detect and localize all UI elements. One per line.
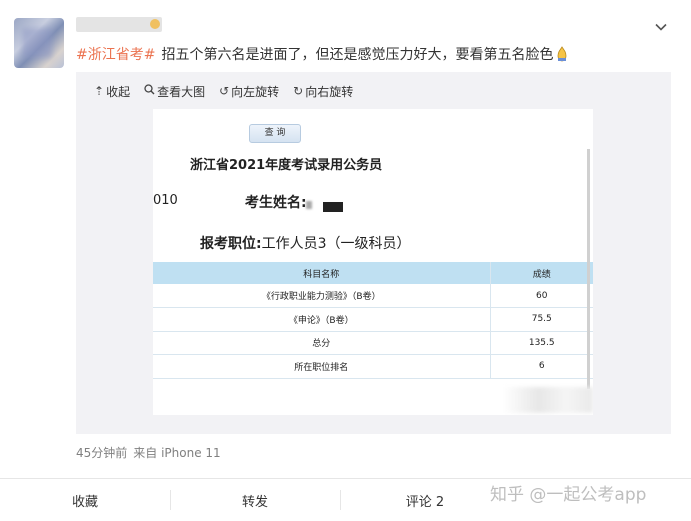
rotate-left-icon: ↺ bbox=[219, 84, 230, 98]
rotate-left-button[interactable]: ↺ 向左旋转 bbox=[219, 83, 279, 100]
post-body: 招五个第六名是进面了，但还是感觉压力好大，要看第五名脸色 bbox=[161, 47, 554, 63]
redaction-mark bbox=[306, 201, 312, 209]
score-cell: 6 bbox=[489, 354, 593, 379]
rotate-right-button[interactable]: ↻ 向右旋转 bbox=[293, 83, 353, 100]
subject-cell: 《申论》（B卷） bbox=[153, 307, 490, 332]
score-cell: 75.5 bbox=[489, 307, 593, 332]
post-source[interactable]: 来自 iPhone 11 bbox=[133, 446, 220, 460]
scrollbar bbox=[587, 149, 590, 389]
table-row: 《申论》（B卷） 75.5 bbox=[153, 307, 593, 332]
score-cell: 135.5 bbox=[489, 331, 593, 355]
header-score: 成绩 bbox=[489, 262, 593, 284]
position-line: 报考职位:工作人员3（一级科员） bbox=[200, 236, 411, 252]
subject-cell: 《行政职业能力测验》（B卷） bbox=[153, 284, 490, 308]
post-time[interactable]: 45分钟前 bbox=[76, 446, 127, 460]
repost-button[interactable]: 转发 bbox=[170, 479, 340, 521]
comment-button[interactable]: 评论 2 bbox=[340, 479, 510, 521]
folded-hands-emoji bbox=[555, 46, 569, 62]
search-icon bbox=[144, 84, 155, 98]
favorite-button[interactable]: 收藏 bbox=[0, 479, 170, 521]
query-button: 查 询 bbox=[249, 124, 301, 143]
score-screenshot-image[interactable]: 查 询 浙江省2021年度考试录用公务员 010 考生姓名: 报考职位:工作人员… bbox=[153, 109, 593, 415]
subject-cell: 总分 bbox=[153, 331, 490, 355]
table-header-row: 科目名称 成绩 bbox=[153, 262, 593, 284]
media-toolbar: ⇡ 收起 查看大图 ↺ 向左旋转 ↻ 向右旋转 bbox=[94, 82, 367, 100]
collapse-icon: ⇡ bbox=[94, 84, 105, 98]
candidate-id-fragment: 010 bbox=[153, 193, 178, 208]
candidate-name-label: 考生姓名: bbox=[245, 195, 307, 211]
redaction-block bbox=[323, 202, 343, 212]
avatar[interactable] bbox=[14, 18, 64, 68]
view-large-button[interactable]: 查看大图 bbox=[144, 83, 205, 100]
subject-cell: 所在职位排名 bbox=[153, 354, 490, 379]
post-text: #浙江省考# 招五个第六名是进面了，但还是感觉压力好大，要看第五名脸色 bbox=[76, 45, 666, 65]
rotate-right-icon: ↻ bbox=[293, 84, 304, 98]
exam-title: 浙江省2021年度考试录用公务员 bbox=[190, 158, 383, 173]
redaction-blur bbox=[503, 387, 593, 413]
score-table: 科目名称 成绩 《行政职业能力测验》（B卷） 60 《申论》（B卷） 75.5 … bbox=[153, 262, 593, 379]
chevron-down-icon[interactable] bbox=[653, 20, 669, 36]
table-row: 所在职位排名 6 bbox=[153, 354, 593, 379]
post-meta: 45分钟前 来自 iPhone 11 bbox=[76, 444, 221, 461]
table-row: 《行政职业能力测验》（B卷） 60 bbox=[153, 284, 593, 308]
media-viewer: ⇡ 收起 查看大图 ↺ 向左旋转 ↻ 向右旋转 查 询 浙江省2021年度考试录… bbox=[76, 72, 671, 434]
score-cell: 60 bbox=[489, 284, 593, 308]
username-blurred[interactable] bbox=[76, 17, 162, 32]
header-subject: 科目名称 bbox=[153, 262, 490, 284]
hashtag-link[interactable]: #浙江省考# bbox=[76, 47, 155, 63]
collapse-button[interactable]: ⇡ 收起 bbox=[94, 83, 130, 100]
watermark: 知乎 @一起公考app bbox=[490, 485, 647, 505]
table-row: 总分 135.5 bbox=[153, 331, 593, 355]
